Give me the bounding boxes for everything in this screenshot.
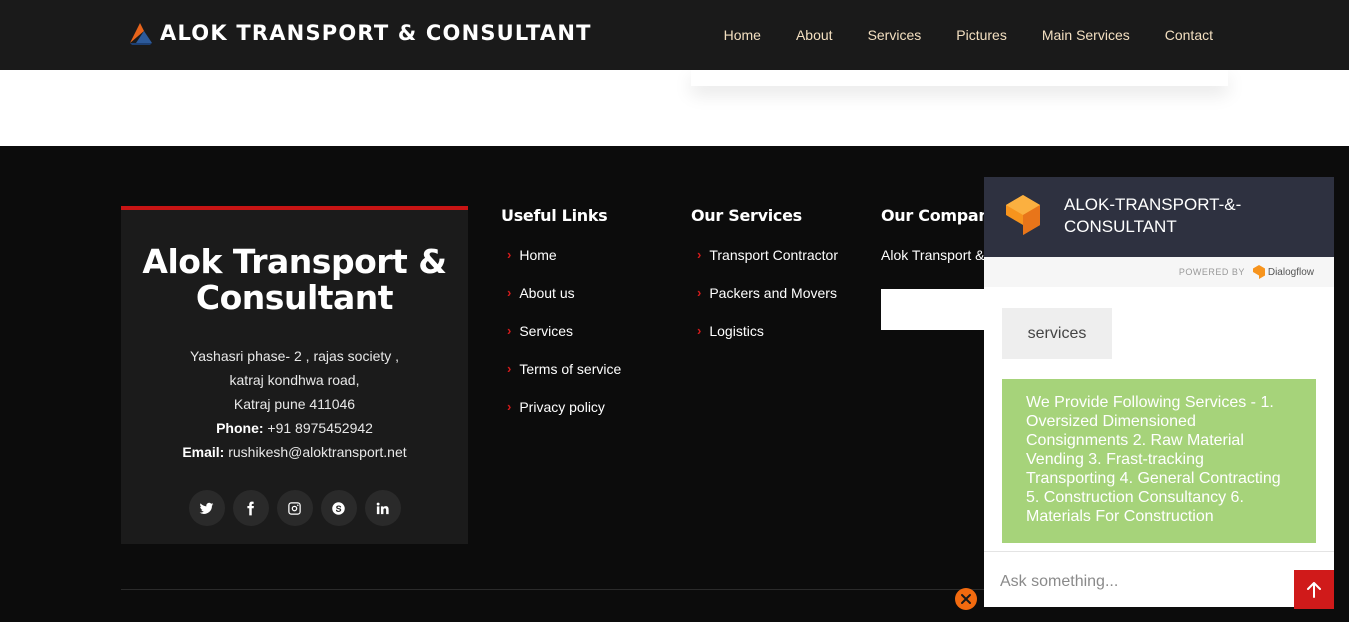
close-chat-button[interactable] (955, 588, 977, 610)
footer-divider (121, 589, 991, 590)
chevron-right-icon: › (507, 399, 512, 414)
nav-about[interactable]: About (796, 27, 833, 43)
user-message: services (1002, 308, 1112, 359)
service-link-label: Transport Contractor (709, 247, 838, 263)
our-services-title: Our Services (691, 206, 802, 225)
footer-link-label: Services (519, 323, 574, 339)
phone-number: +91 8975452942 (267, 420, 373, 436)
nav-main-services[interactable]: Main Services (1042, 27, 1130, 43)
nav-pictures[interactable]: Pictures (956, 27, 1007, 43)
phone-line: Phone: +91 8975452942 (121, 416, 468, 440)
twitter-link[interactable] (188, 490, 225, 526)
address-line: Katraj pune 411046 (233, 396, 356, 412)
footer-link-terms[interactable]: › Terms of service (501, 361, 621, 399)
twitter-icon (199, 502, 214, 514)
linkedin-link[interactable] (364, 490, 401, 526)
chat-widget: ALOK-TRANSPORT-&- CONSULTANT POWERED BY … (984, 177, 1334, 607)
main-nav: Home About Services Pictures Main Servic… (689, 27, 1213, 43)
instagram-icon (288, 501, 301, 515)
email-label: Email: (182, 444, 225, 460)
chevron-right-icon: › (697, 285, 702, 300)
nav-contact[interactable]: Contact (1165, 27, 1213, 43)
service-link-logistics[interactable]: › Logistics (691, 323, 838, 361)
footer-link-home[interactable]: › Home (501, 247, 621, 285)
facebook-icon (247, 501, 254, 515)
chevron-right-icon: › (507, 285, 512, 300)
email-address: rushikesh@aloktransport.net (228, 444, 407, 460)
facebook-link[interactable] (232, 490, 269, 526)
our-company-text: Alok Transport & (881, 247, 985, 263)
chevron-right-icon: › (507, 247, 512, 262)
linkedin-icon (376, 502, 389, 514)
skype-icon (332, 501, 345, 515)
skype-link[interactable] (320, 490, 357, 526)
footer-link-label: Privacy policy (519, 399, 605, 415)
service-link-label: Packers and Movers (709, 285, 837, 301)
close-icon (961, 594, 971, 604)
chevron-right-icon: › (507, 323, 512, 338)
chat-input-row (984, 551, 1334, 607)
nav-home[interactable]: Home (724, 27, 761, 43)
dialogflow-small-icon (1252, 265, 1265, 279)
chevron-right-icon: › (697, 247, 702, 262)
service-link-packers[interactable]: › Packers and Movers (691, 285, 838, 323)
footer-link-about[interactable]: › About us (501, 285, 621, 323)
useful-links-title: Useful Links (501, 206, 608, 225)
our-company-title: Our Company (881, 206, 1000, 225)
bot-message: We Provide Following Services - 1. Overs… (1002, 379, 1316, 543)
social-links (121, 490, 468, 526)
dialogflow-logo-icon (1006, 195, 1040, 235)
service-link-label: Logistics (709, 323, 764, 339)
dialogflow-label: Dialogflow (1267, 266, 1314, 278)
email-line: Email: rushikesh@aloktransport.net (121, 440, 468, 464)
chevron-right-icon: › (507, 361, 512, 376)
phone-label: Phone: (216, 420, 264, 436)
chat-input[interactable] (1000, 572, 1280, 592)
footer-link-label: About us (519, 285, 575, 301)
address-line: Yashasri phase- 2 , rajas society , (189, 348, 400, 364)
nav-services[interactable]: Services (868, 27, 922, 43)
chevron-right-icon: › (697, 323, 702, 338)
instagram-link[interactable] (276, 490, 313, 526)
footer-link-privacy[interactable]: › Privacy policy (501, 399, 621, 437)
useful-links: Useful Links › Home › About us › Services ›… (501, 206, 621, 437)
content-card (691, 70, 1228, 86)
arrow-up-icon (1307, 581, 1321, 598)
brand-name: ALOK TRANSPORT & CONSULTANT (160, 21, 592, 45)
chat-title: ALOK-TRANSPORT-&- CONSULTANT (1064, 194, 1241, 238)
site-header: ALOK TRANSPORT & CONSULTANT Home About S… (0, 0, 1349, 70)
scroll-to-top-button[interactable] (1294, 570, 1334, 609)
powered-by-label: POWERED BY (1178, 267, 1245, 277)
powered-by-bar: POWERED BY Dialogflow (984, 257, 1334, 287)
newsletter-box[interactable] (881, 289, 991, 330)
footer-link-services[interactable]: › Services (501, 323, 621, 361)
footer-link-label: Terms of service (519, 361, 622, 377)
address-line: katraj kondhwa road, (229, 372, 360, 388)
footer-link-label: Home (519, 247, 557, 263)
service-link-transport[interactable]: › Transport Contractor (691, 247, 838, 285)
company-address: Yashasri phase- 2 , rajas society , katr… (121, 344, 468, 464)
chat-title-line: CONSULTANT (1064, 217, 1177, 236)
chat-title-line: ALOK-TRANSPORT-&- (1064, 195, 1242, 214)
brand[interactable]: ALOK TRANSPORT & CONSULTANT (128, 21, 592, 45)
our-company: Our Company Alok Transport & (881, 206, 1000, 330)
chat-header[interactable]: ALOK-TRANSPORT-&- CONSULTANT (984, 177, 1334, 257)
our-services: Our Services › Transport Contractor › Pack… (691, 206, 838, 361)
company-name: Alok Transport & Consultant (142, 242, 447, 317)
company-info-box: Alok Transport & Consultant Yashasri pha… (121, 206, 468, 544)
logo-icon (130, 23, 152, 45)
